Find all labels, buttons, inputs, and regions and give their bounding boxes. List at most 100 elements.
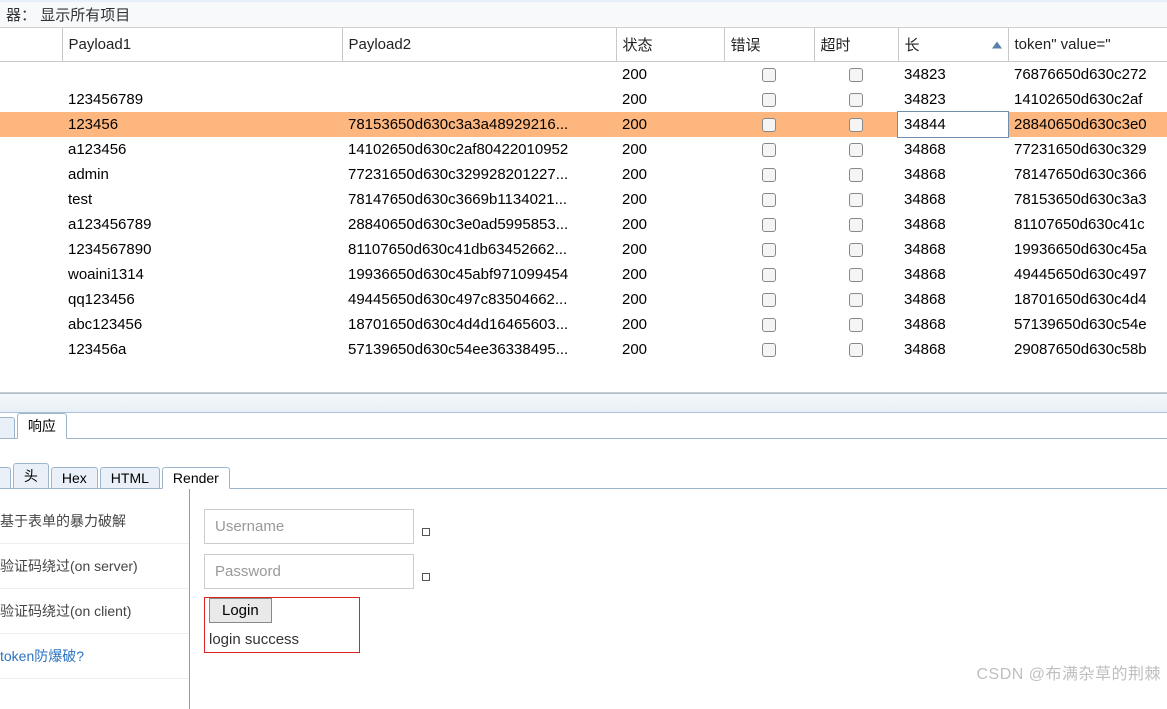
checkbox-icon: [849, 168, 863, 182]
table-row[interactable]: a12345678928840650d630c3e0ad5995853...20…: [0, 212, 1167, 237]
table-row[interactable]: 12345678153650d630c3a3a48929216...200348…: [0, 112, 1167, 137]
table-row[interactable]: test78147650d630c3669b1134021...20034868…: [0, 187, 1167, 212]
username-input[interactable]: [204, 509, 414, 544]
subtab-render[interactable]: Render: [162, 467, 230, 489]
pane-splitter[interactable]: [0, 393, 1167, 413]
login-button[interactable]: Login: [209, 598, 272, 623]
cell-token: 57139650d630c54e: [1008, 312, 1167, 337]
cell-timeout: [814, 212, 898, 237]
cell-payload1: admin: [62, 162, 342, 187]
cell-error: [724, 112, 814, 137]
input-marker-icon: [422, 528, 430, 536]
checkbox-icon: [762, 193, 776, 207]
subtab-html[interactable]: HTML: [100, 467, 160, 488]
subtab-headers[interactable]: 头: [13, 463, 49, 488]
cell-payload2: 14102650d630c2af80422010952: [342, 137, 616, 162]
cell-length: 34868: [898, 212, 1008, 237]
cell-dummy: [0, 112, 62, 137]
checkbox-icon: [762, 243, 776, 257]
render-nav: 基于表单的暴力破解 验证码绕过(on server) 验证码绕过(on clie…: [0, 489, 190, 709]
cell-dummy: [0, 287, 62, 312]
table-row[interactable]: a12345614102650d630c2af80422010952200348…: [0, 137, 1167, 162]
cell-dummy: [0, 137, 62, 162]
table-row[interactable]: 123456789081107650d630c41db63452662...20…: [0, 237, 1167, 262]
cell-dummy: [0, 87, 62, 112]
table-row[interactable]: 123456a57139650d630c54ee36338495...20034…: [0, 337, 1167, 362]
col-dummy[interactable]: [0, 28, 62, 62]
result-highlight-box: Login login success: [204, 597, 360, 653]
tab-response[interactable]: 响应: [17, 413, 67, 439]
cell-timeout: [814, 312, 898, 337]
table-row[interactable]: admin77231650d630c329928201227...2003486…: [0, 162, 1167, 187]
cell-payload2: 49445650d630c497c83504662...: [342, 287, 616, 312]
cell-payload2: 78153650d630c3a3a48929216...: [342, 112, 616, 137]
cell-timeout: [814, 287, 898, 312]
col-payload1[interactable]: Payload1: [62, 28, 342, 62]
subtab-hex[interactable]: Hex: [51, 467, 98, 488]
table-row[interactable]: 2003482376876650d630c272: [0, 62, 1167, 88]
nav-item-captcha-server[interactable]: 验证码绕过(on server): [0, 544, 189, 589]
cell-token: 76876650d630c272: [1008, 62, 1167, 88]
cell-timeout: [814, 62, 898, 88]
cell-error: [724, 237, 814, 262]
col-error[interactable]: 错误: [724, 28, 814, 62]
cell-length: 34823: [898, 62, 1008, 88]
sort-asc-icon: [992, 41, 1002, 48]
cell-length: 34868: [898, 287, 1008, 312]
checkbox-icon: [762, 218, 776, 232]
filter-value: 显示所有项目: [40, 7, 130, 24]
cell-payload2: [342, 87, 616, 112]
table-row[interactable]: 1234567892003482314102650d630c2af: [0, 87, 1167, 112]
filter-label: 器：: [6, 7, 36, 24]
cell-payload1: 123456789: [62, 87, 342, 112]
col-length[interactable]: 长: [898, 28, 1008, 62]
tab-partial[interactable]: [0, 417, 15, 438]
checkbox-icon: [849, 93, 863, 107]
nav-item-captcha-client[interactable]: 验证码绕过(on client): [0, 589, 189, 634]
cell-payload1: 123456a: [62, 337, 342, 362]
cell-length: 34868: [898, 162, 1008, 187]
cell-payload2: 28840650d630c3e0ad5995853...: [342, 212, 616, 237]
checkbox-icon: [849, 218, 863, 232]
subtab-partial[interactable]: [0, 467, 11, 488]
checkbox-icon: [762, 68, 776, 82]
cell-error: [724, 212, 814, 237]
cell-dummy: [0, 262, 62, 287]
cell-length: 34868: [898, 237, 1008, 262]
cell-payload1: [62, 62, 342, 88]
cell-status: 200: [616, 237, 724, 262]
password-input[interactable]: [204, 554, 414, 589]
checkbox-icon: [849, 68, 863, 82]
cell-status: 200: [616, 337, 724, 362]
nav-item-form-brute[interactable]: 基于表单的暴力破解: [0, 499, 189, 544]
checkbox-icon: [849, 143, 863, 157]
checkbox-icon: [849, 343, 863, 357]
cell-status: 200: [616, 162, 724, 187]
col-timeout[interactable]: 超时: [814, 28, 898, 62]
cell-payload2: 18701650d630c4d4d16465603...: [342, 312, 616, 337]
col-status[interactable]: 状态: [616, 28, 724, 62]
cell-token: 81107650d630c41c: [1008, 212, 1167, 237]
cell-token: 29087650d630c58b: [1008, 337, 1167, 362]
cell-payload2: 57139650d630c54ee36338495...: [342, 337, 616, 362]
table-row[interactable]: abc12345618701650d630c4d4d16465603...200…: [0, 312, 1167, 337]
table-row[interactable]: qq12345649445650d630c497c83504662...2003…: [0, 287, 1167, 312]
col-payload2[interactable]: Payload2: [342, 28, 616, 62]
cell-length: 34868: [898, 137, 1008, 162]
cell-token: 49445650d630c497: [1008, 262, 1167, 287]
cell-status: 200: [616, 287, 724, 312]
cell-dummy: [0, 337, 62, 362]
cell-payload2: 81107650d630c41db63452662...: [342, 237, 616, 262]
cell-error: [724, 312, 814, 337]
col-token[interactable]: token" value=": [1008, 28, 1167, 62]
checkbox-icon: [849, 193, 863, 207]
main-tabs: 响应: [0, 413, 1167, 439]
cell-dummy: [0, 312, 62, 337]
cell-error: [724, 137, 814, 162]
table-row[interactable]: woaini131419936650d630c45abf971099454200…: [0, 262, 1167, 287]
checkbox-icon: [849, 318, 863, 332]
cell-token: 18701650d630c4d4: [1008, 287, 1167, 312]
nav-item-token[interactable]: token防爆破?: [0, 634, 189, 679]
cell-dummy: [0, 212, 62, 237]
cell-token: 78153650d630c3a3: [1008, 187, 1167, 212]
